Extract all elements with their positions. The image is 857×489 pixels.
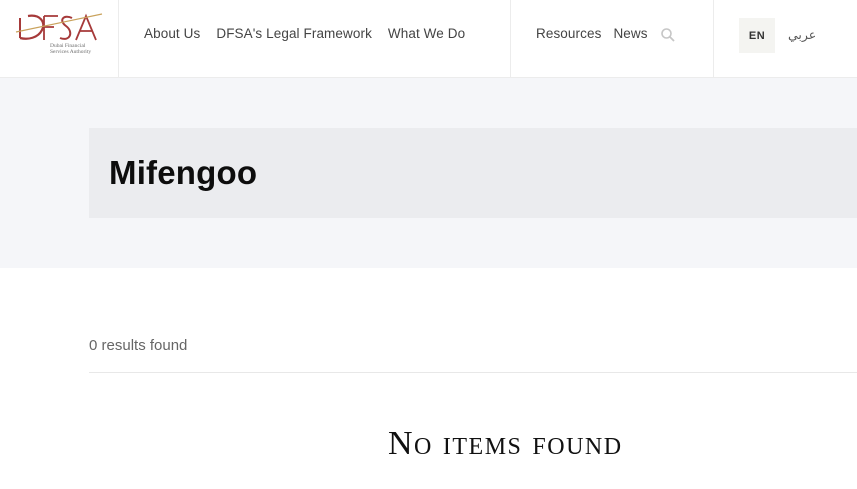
nav-resources[interactable]: Resources [536,26,601,41]
page-title: Mifengoo [109,154,258,191]
logo[interactable]: Dubai Financial Services Authority [0,0,119,77]
nav-news[interactable]: News [613,26,647,41]
empty-results-message: No items found [388,425,623,462]
site-header: Dubai Financial Services Authority About… [0,0,857,78]
title-box: Mifengoo [89,128,857,218]
logo-tagline: Dubai Financial Services Authority [50,43,110,55]
header-divider [510,0,511,77]
search-icon[interactable] [660,27,676,43]
language-ar-link[interactable]: عربي [788,27,816,42]
results-count: 0 results found [89,337,188,354]
header-divider [713,0,714,77]
secondary-navigation: Resources News [536,26,648,41]
language-en-button[interactable]: EN [739,18,775,53]
dfsa-logo-mark [14,10,104,46]
page-hero: Mifengoo [0,78,857,268]
main-navigation: About Us DFSA's Legal Framework What We … [144,26,465,41]
logo-tagline-line: Services Authority [50,49,92,55]
nav-about-us[interactable]: About Us [144,26,200,41]
nav-legal-framework[interactable]: DFSA's Legal Framework [216,26,372,41]
results-divider [89,372,857,373]
nav-what-we-do[interactable]: What We Do [388,26,465,41]
